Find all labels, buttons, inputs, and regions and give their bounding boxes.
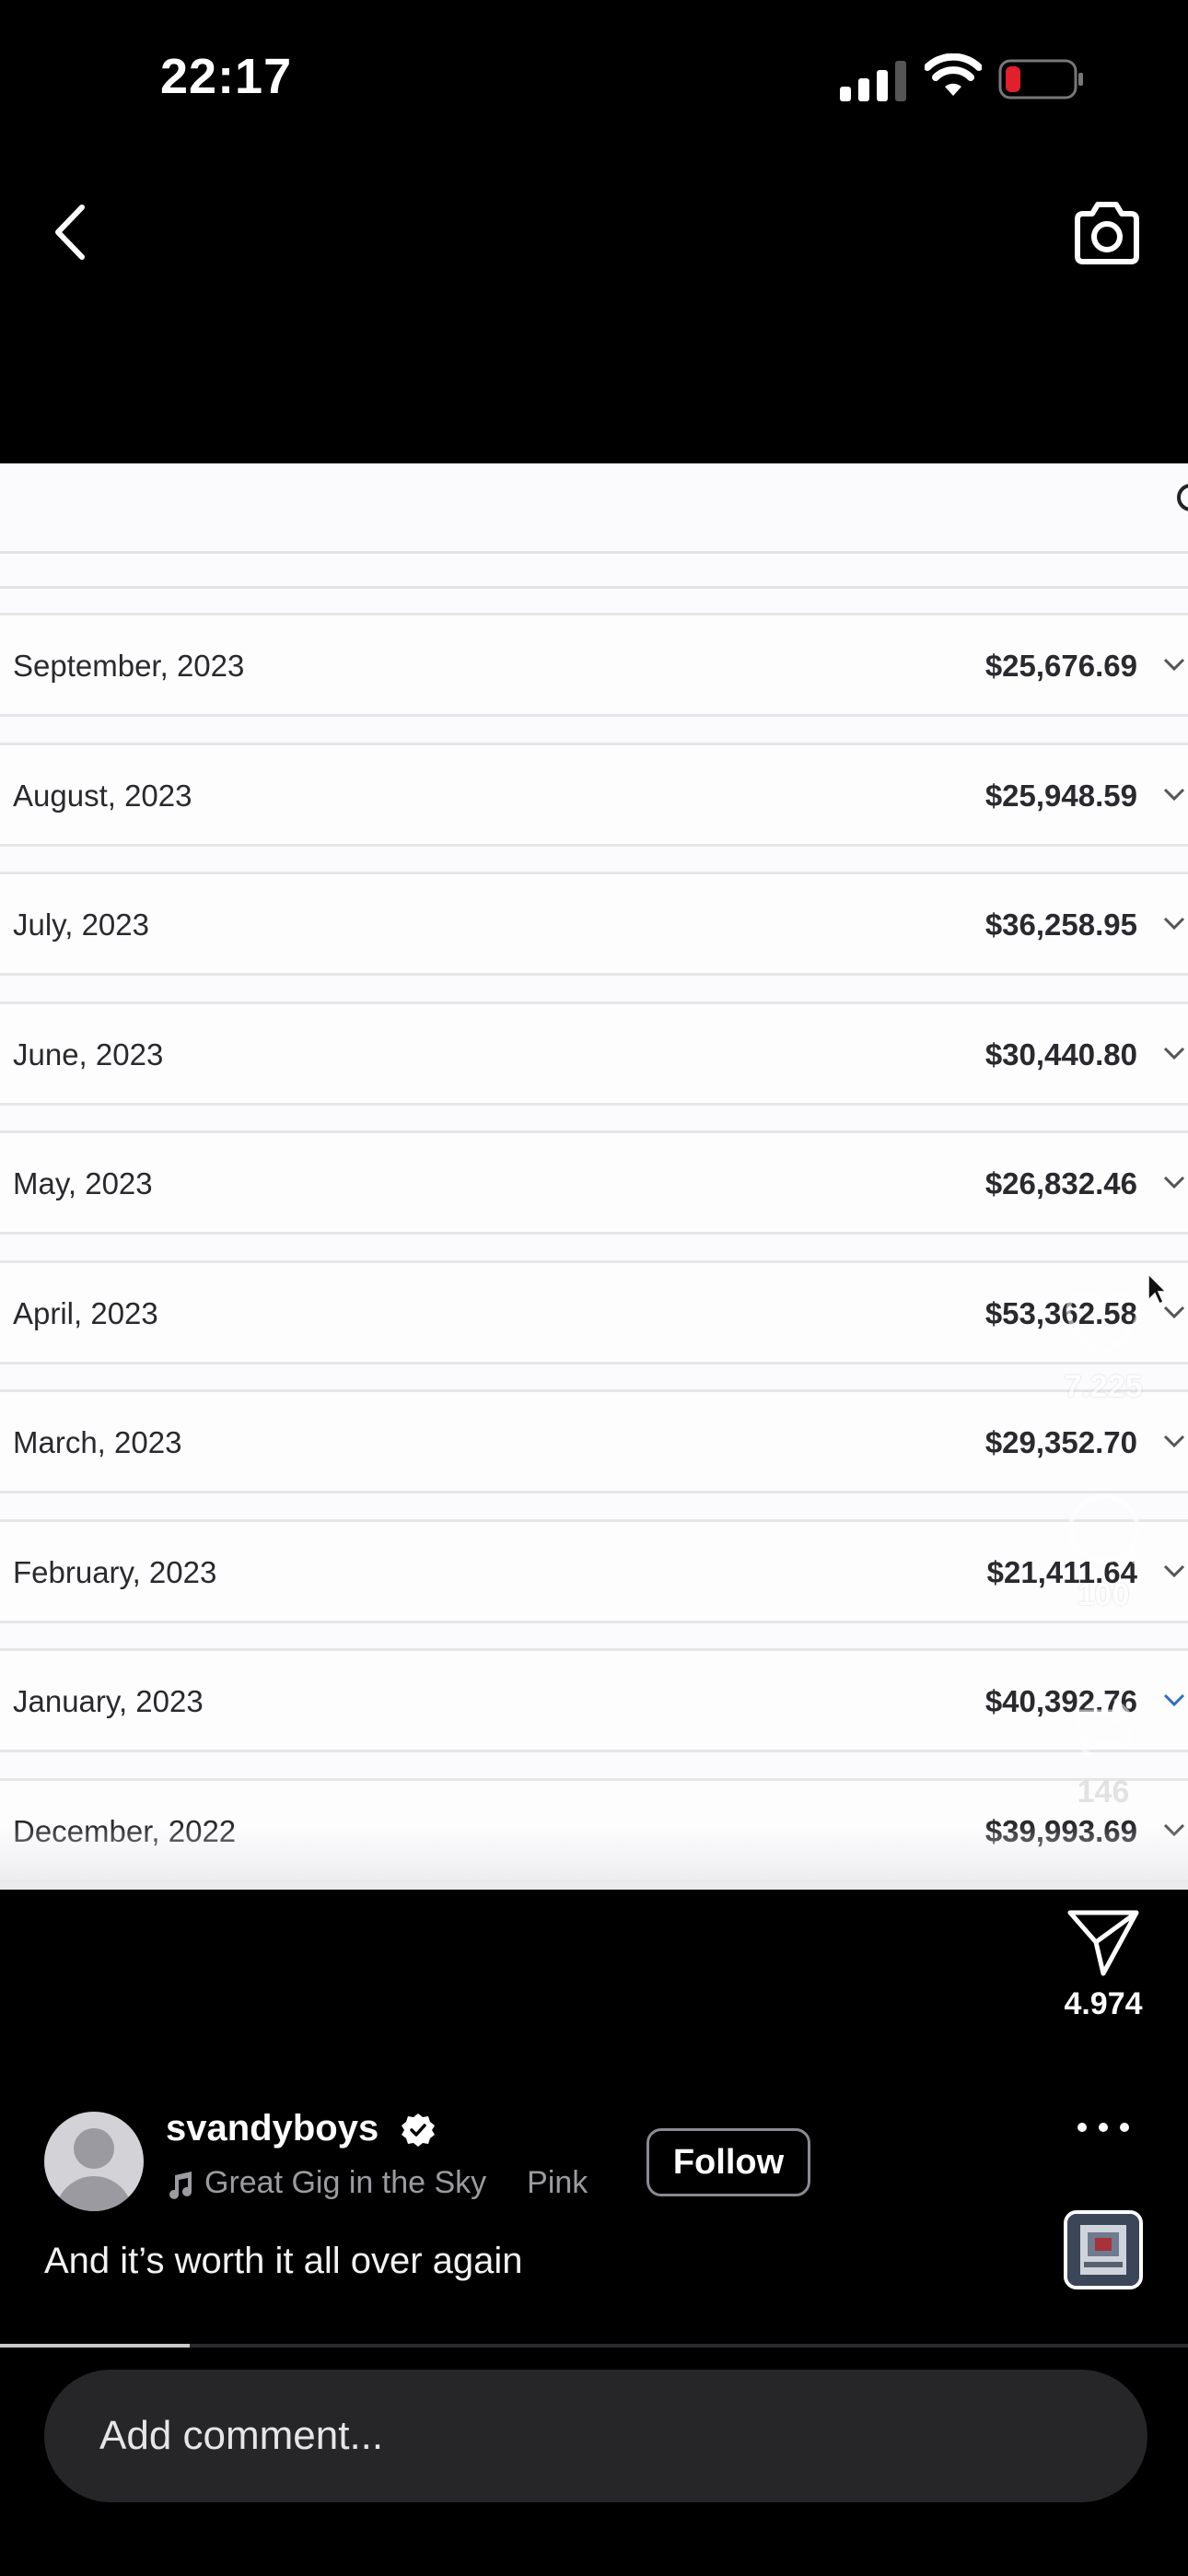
row-month: August, 2023: [13, 779, 192, 813]
comment-button[interactable]: 100: [1048, 1493, 1159, 1613]
row-amount: $36,258.95: [984, 907, 1137, 942]
media-fade: [0, 1825, 1188, 1890]
table-row[interactable]: March, 2023 $29,352.70: [0, 1389, 1188, 1493]
chevron-down-icon[interactable]: [1162, 1304, 1186, 1320]
like-count: 7.225: [1064, 1369, 1143, 1404]
table-row[interactable]: April, 2023 $53,362.58: [0, 1260, 1188, 1364]
table-row[interactable]: September, 2023 $25,676.69: [0, 613, 1188, 717]
row-amount: $29,352.70: [984, 1425, 1137, 1459]
album-art-icon: [1067, 2214, 1139, 2286]
avatar-body: [55, 2176, 133, 2211]
post-screen: 22:17 September, 2023 $25,676.69 August,…: [0, 0, 1188, 2576]
battery-icon: [998, 59, 1083, 100]
row-amount: $25,948.59: [984, 779, 1137, 813]
row-month: February, 2023: [13, 1555, 217, 1589]
heart-icon: [1066, 1291, 1141, 1357]
row-month: September, 2023: [13, 649, 245, 683]
chevron-down-icon[interactable]: [1162, 656, 1186, 673]
row-month: March, 2023: [13, 1425, 182, 1459]
search-icon: [1177, 484, 1188, 511]
comment-count: 100: [1077, 1577, 1130, 1612]
send-icon: [1067, 1910, 1139, 1976]
chevron-down-icon[interactable]: [1162, 786, 1186, 802]
more-options-button[interactable]: [1077, 2115, 1129, 2139]
repost-count: 146: [1077, 1774, 1130, 1809]
chevron-left-icon: [55, 205, 85, 260]
chevron-down-icon[interactable]: [1162, 1433, 1186, 1449]
table-row[interactable]: May, 2023 $26,832.46: [0, 1130, 1188, 1235]
chevron-down-icon[interactable]: [1162, 1692, 1186, 1708]
like-button[interactable]: 7.225: [1048, 1290, 1159, 1405]
chevron-down-icon[interactable]: [1162, 1563, 1186, 1579]
video-progress-fill: [0, 2344, 191, 2348]
verified-badge-icon: [402, 2113, 435, 2147]
table-row[interactable]: July, 2023 $36,258.95: [0, 872, 1188, 976]
table-row[interactable]: August, 2023 $25,948.59: [0, 743, 1188, 847]
status-bar: 22:17: [0, 0, 1188, 157]
row-month: April, 2023: [13, 1296, 158, 1330]
row-month: January, 2023: [13, 1684, 204, 1718]
chevron-down-icon[interactable]: [1162, 915, 1186, 931]
dot: [1099, 2123, 1108, 2132]
song-title: Great Gig in the Sky: [204, 2165, 487, 2200]
table-row[interactable]: January, 2023 $40,392.76: [0, 1648, 1188, 1752]
comment-bubble-icon: [1068, 1493, 1140, 1565]
chevron-down-icon[interactable]: [1162, 1045, 1186, 1061]
video-progress-bar[interactable]: [0, 2344, 1188, 2348]
username[interactable]: svandyboys: [166, 2108, 379, 2149]
table-row[interactable]: June, 2023 $30,440.80: [0, 1001, 1188, 1106]
status-time: 22:17: [160, 49, 293, 104]
avatar[interactable]: [44, 2112, 144, 2211]
camera-icon[interactable]: [1070, 197, 1144, 269]
follow-button[interactable]: Follow: [646, 2128, 810, 2196]
comment-bar[interactable]: [44, 2370, 1147, 2502]
share-count: 4.974: [1064, 1986, 1143, 2021]
divider: [0, 586, 1188, 589]
repost-icon: [1075, 1698, 1132, 1759]
row-amount: $30,440.80: [984, 1037, 1137, 1071]
back-button[interactable]: [37, 195, 101, 269]
dot: [1077, 2123, 1087, 2132]
share-button[interactable]: 4.974: [1048, 1907, 1159, 2022]
table-row[interactable]: February, 2023 $21,411.64: [0, 1519, 1188, 1623]
music-note-icon: [169, 2172, 192, 2199]
row-month: May, 2023: [13, 1166, 153, 1200]
music-ticker[interactable]: Great Gig in the Sky Pink: [166, 2165, 617, 2206]
artist-name: Pink: [527, 2165, 588, 2200]
post-caption: And it’s worth it all over again: [44, 2241, 523, 2281]
comment-input[interactable]: [44, 2370, 1147, 2502]
cellular-signal-icon: [840, 61, 906, 101]
post-media[interactable]: September, 2023 $25,676.69 August, 2023 $25…: [0, 463, 1188, 1890]
wifi-icon: [925, 53, 982, 96]
row-month: June, 2023: [13, 1037, 164, 1071]
row-amount: $26,832.46: [984, 1166, 1137, 1200]
row-month: July, 2023: [13, 907, 149, 942]
dot: [1120, 2123, 1129, 2132]
album-art-thumbnail[interactable]: [1064, 2210, 1143, 2289]
repost-button[interactable]: 146: [1048, 1692, 1159, 1810]
chevron-down-icon[interactable]: [1162, 1174, 1186, 1190]
avatar-head: [74, 2128, 114, 2169]
row-amount: $25,676.69: [984, 649, 1137, 683]
divider: [0, 551, 1188, 554]
